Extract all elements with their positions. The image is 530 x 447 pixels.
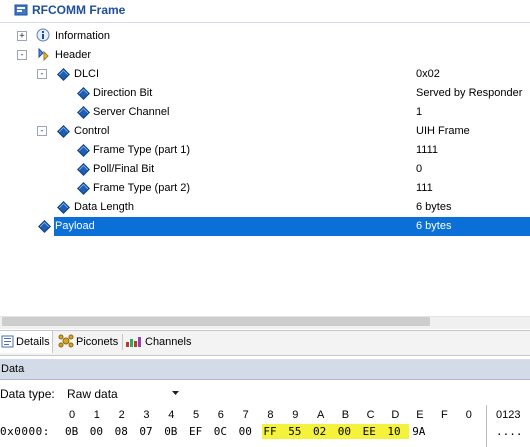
hex-column-header: F	[441, 409, 448, 421]
expand-toggle-information[interactable]: +	[17, 31, 27, 41]
field-diamond-icon	[77, 87, 90, 100]
hex-byte[interactable]: 00	[338, 425, 351, 438]
hex-column-header: 9	[292, 409, 299, 421]
hex-column-header: 0	[69, 409, 76, 421]
hex-byte[interactable]: 55	[288, 425, 301, 438]
tree-value-frame-type-part-1: 1111	[416, 144, 439, 156]
hex-byte[interactable]: EF	[189, 425, 202, 438]
tree-item-frame-type-part-1[interactable]: Frame Type (part 1)	[93, 144, 190, 156]
tree-item-information[interactable]: Information	[55, 30, 110, 42]
collapse-toggle-control[interactable]: -	[37, 126, 47, 136]
hex-column-header: C	[366, 409, 375, 421]
field-diamond-icon	[77, 144, 90, 157]
hex-column-header: A	[317, 409, 325, 421]
hex-byte[interactable]: FF	[263, 425, 276, 438]
tree-item-header[interactable]: Header	[55, 49, 91, 61]
hex-byte[interactable]: 07	[139, 425, 152, 438]
field-diamond-icon	[38, 220, 51, 233]
data-type-value[interactable]: Raw data	[67, 387, 118, 401]
selected-row-highlight	[54, 217, 530, 236]
hex-byte[interactable]: 0B	[65, 425, 78, 438]
tab-details-label[interactable]: Details	[16, 336, 50, 348]
hex-byte[interactable]: 00	[90, 425, 103, 438]
details-icon	[1, 335, 14, 348]
tree-value-data-length: 6 bytes	[416, 201, 452, 213]
tree-value-direction-bit: Served by Responder	[416, 87, 523, 99]
tree-item-payload[interactable]: Payload	[55, 220, 95, 232]
hex-ascii-divider	[486, 405, 487, 447]
hex-byte[interactable]: EE	[363, 425, 376, 438]
header-icon	[38, 47, 49, 61]
tab-divider	[122, 334, 123, 350]
tree-item-server-channel[interactable]: Server Channel	[93, 106, 169, 118]
data-panel-header	[0, 359, 530, 380]
field-diamond-icon	[57, 68, 70, 81]
tree-value-server-channel: 1	[416, 106, 423, 118]
tree-value-frame-type-part-2: 111	[416, 182, 433, 194]
collapse-toggle-dlci[interactable]: -	[37, 69, 47, 79]
field-diamond-icon	[77, 182, 90, 195]
tree-item-direction-bit[interactable]: Direction Bit	[93, 87, 152, 99]
hex-column-header: D	[391, 409, 400, 421]
hex-column-header: 2	[118, 409, 125, 421]
hex-column-header: 0	[465, 409, 472, 421]
scrollbar-thumb[interactable]	[2, 317, 430, 326]
data-panel-title: Data	[1, 363, 25, 375]
tree-item-data-length[interactable]: Data Length	[74, 201, 134, 213]
chevron-down-icon[interactable]	[172, 391, 179, 396]
piconets-icon	[58, 334, 74, 348]
tree-value-control: UIH Frame	[416, 125, 470, 137]
field-diamond-icon	[57, 201, 70, 214]
hex-column-header: 6	[217, 409, 224, 421]
hex-byte[interactable]: 9A	[412, 425, 425, 438]
tree-item-control[interactable]: Control	[74, 125, 109, 137]
hex-byte[interactable]: 02	[313, 425, 326, 438]
tree-value-poll-final-bit: 0	[416, 163, 423, 175]
hex-byte[interactable]: 0C	[214, 425, 227, 438]
ascii-column-header: 0123	[496, 409, 521, 421]
hex-column-header: 4	[168, 409, 175, 421]
hex-byte[interactable]: 00	[239, 425, 252, 438]
tree-item-frame-type-part-2[interactable]: Frame Type (part 2)	[93, 182, 190, 194]
collapse-toggle-header[interactable]: -	[17, 50, 27, 60]
tree-item-poll-final-bit[interactable]: Poll/Final Bit	[93, 163, 154, 175]
field-diamond-icon	[77, 163, 90, 176]
hex-column-header: E	[416, 409, 424, 421]
hex-column-header: B	[341, 409, 350, 421]
field-diamond-icon	[77, 106, 90, 119]
data-type-label: Data type:	[0, 387, 55, 401]
frame-title: RFCOMM Frame	[32, 3, 126, 17]
hex-byte[interactable]: 08	[115, 425, 128, 438]
hex-column-header: 5	[193, 409, 200, 421]
tree-item-dlci[interactable]: DLCI	[74, 68, 99, 80]
information-icon	[36, 28, 50, 42]
hex-offset: 0x0000:	[0, 425, 50, 438]
field-diamond-icon	[57, 125, 70, 138]
tree-value-dlci: 0x02	[416, 68, 440, 80]
hex-column-header: 8	[267, 409, 274, 421]
tree-value-payload: 6 bytes	[416, 220, 452, 232]
hex-byte[interactable]: 0B	[164, 425, 177, 438]
hex-column-header: 1	[93, 409, 100, 421]
hex-column-header: 3	[143, 409, 150, 421]
tab-piconets-label[interactable]: Piconets	[76, 336, 118, 348]
hex-column-header: 7	[242, 409, 249, 421]
hex-ascii-row: ....	[496, 425, 523, 438]
channels-icon	[126, 337, 141, 347]
hex-byte[interactable]: 10	[387, 425, 400, 438]
rfcomm-frame-icon	[14, 4, 28, 16]
tab-channels-label[interactable]: Channels	[145, 336, 191, 348]
